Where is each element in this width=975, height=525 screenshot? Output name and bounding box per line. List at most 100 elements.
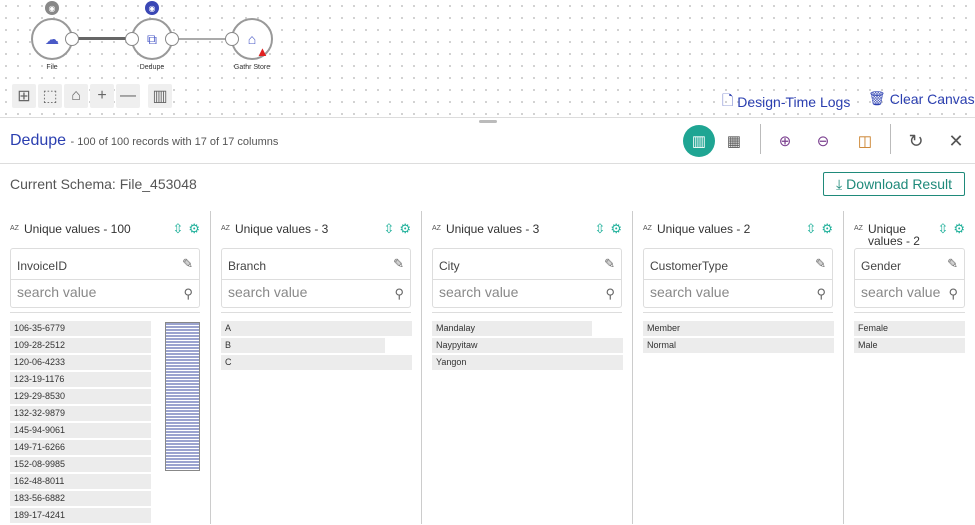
field-name: CustomerType ✎: [644, 249, 832, 280]
value-list: ABC: [221, 321, 412, 372]
field-name: Gender ✎: [855, 249, 964, 280]
search-icon[interactable]: ⚲: [183, 286, 193, 302]
pencil-icon[interactable]: ✎: [393, 256, 404, 272]
search-input[interactable]: search value ⚲: [644, 280, 832, 307]
sort-toggle-icon[interactable]: ⇳: [383, 222, 394, 235]
gear-icon[interactable]: ⚙: [821, 222, 833, 235]
add-column-button[interactable]: ⊕: [770, 128, 800, 154]
download-result-button[interactable]: ⤓ Download Result: [823, 172, 965, 196]
split-view-button[interactable]: ◫: [850, 128, 880, 154]
gear-icon[interactable]: ⚙: [610, 222, 622, 235]
search-input[interactable]: search value ⚲: [855, 280, 964, 307]
header-label: Unique values - 3: [445, 222, 540, 236]
value-row[interactable]: Yangon: [432, 355, 623, 370]
port[interactable]: [225, 32, 239, 46]
search-input[interactable]: search value ⚲: [11, 280, 199, 307]
node-label: Gathr Store: [233, 64, 271, 71]
pipeline-canvas[interactable]: ◉ ◉ ☁ ⧉ ⌂ ▲ File Dedupe Gathr Store ⊞ ⬚ …: [0, 0, 975, 118]
resize-handle[interactable]: [479, 120, 497, 123]
profile-view-button[interactable]: ▥: [683, 125, 715, 157]
download-icon: ⤓: [835, 175, 843, 192]
field-name: InvoiceID ✎: [11, 249, 199, 280]
clear-canvas-link[interactable]: 🗑 Clear Canvas: [868, 90, 975, 107]
pencil-icon[interactable]: ✎: [815, 256, 826, 272]
zoom-in-button[interactable]: +: [90, 84, 114, 108]
value-row[interactable]: Female: [854, 321, 965, 336]
search-icon[interactable]: ⚲: [816, 286, 826, 302]
home-button[interactable]: ⌂: [64, 84, 88, 108]
cloud-upload-icon: ☁: [45, 30, 59, 47]
value-row[interactable]: 162-48-8011: [10, 474, 151, 489]
value-row[interactable]: A: [221, 321, 412, 336]
bar-chart-icon: ▥: [691, 133, 707, 150]
sort-toggle-icon[interactable]: ⇳: [937, 222, 948, 235]
eye-icon[interactable]: ◉: [45, 1, 59, 15]
search-input[interactable]: search value ⚲: [433, 280, 621, 307]
zoom-out-button[interactable]: —: [116, 84, 140, 108]
divider: [0, 163, 975, 164]
gear-icon[interactable]: ⚙: [188, 222, 200, 235]
close-button[interactable]: ✕: [941, 128, 971, 154]
grid-view-button[interactable]: ▦: [719, 128, 749, 154]
value-row[interactable]: 123-19-1176: [10, 372, 151, 387]
search-placeholder: search value: [650, 284, 730, 300]
search-input[interactable]: search value ⚲: [222, 280, 410, 307]
pencil-icon[interactable]: ✎: [182, 256, 193, 272]
field-label: CustomerType: [650, 259, 729, 273]
columns-icon: ◫: [857, 133, 873, 150]
search-icon[interactable]: ⚲: [605, 286, 615, 302]
value-row[interactable]: Normal: [643, 338, 834, 353]
value-row[interactable]: 129-29-8530: [10, 389, 151, 404]
gear-icon[interactable]: ⚙: [953, 222, 965, 235]
value-row[interactable]: Male: [854, 338, 965, 353]
value-row[interactable]: 109-28-2512: [10, 338, 151, 353]
sort-toggle-icon[interactable]: ⇳: [172, 222, 183, 235]
divider: [643, 312, 833, 313]
pencil-icon[interactable]: ✎: [604, 256, 615, 272]
add-column-icon: ⊕: [778, 133, 792, 150]
value-row[interactable]: 152-08-9985: [10, 457, 151, 472]
port[interactable]: [165, 32, 179, 46]
sort-toggle-icon[interactable]: ⇳: [594, 222, 605, 235]
value-row[interactable]: 106-35-6779: [10, 321, 151, 336]
warning-icon: ▲: [256, 44, 269, 59]
field-card: Gender ✎ search value ⚲: [854, 248, 965, 308]
value-row[interactable]: 145-94-9061: [10, 423, 151, 438]
value-row[interactable]: 189-17-4241: [10, 508, 151, 523]
field-card: InvoiceID ✎ search value ⚲: [10, 248, 200, 308]
refresh-button[interactable]: ↻: [901, 128, 931, 154]
search-icon[interactable]: ⚲: [394, 286, 404, 302]
value-row[interactable]: 149-71-6266: [10, 440, 151, 455]
node-label: Dedupe: [139, 64, 165, 71]
divider: [221, 312, 411, 313]
eye-icon[interactable]: ◉: [145, 1, 159, 15]
sort-az-icon: AZ: [432, 225, 441, 232]
title-text: Dedupe: [10, 132, 67, 149]
grid-icon: ▦: [726, 133, 742, 150]
chart-button[interactable]: ▥: [148, 84, 172, 108]
value-row[interactable]: 183-56-6882: [10, 491, 151, 506]
column-profile-branch: AZ Unique values - 3 ⇳ ⚙ Branch ✎ search val…: [211, 211, 422, 524]
gear-icon[interactable]: ⚙: [399, 222, 411, 235]
value-row[interactable]: Naypyitaw: [432, 338, 623, 353]
value-row[interactable]: 120-06-4233: [10, 355, 151, 370]
scroll-minimap[interactable]: [165, 322, 200, 471]
pencil-icon[interactable]: ✎: [947, 256, 958, 272]
port[interactable]: [125, 32, 139, 46]
fit-view-button[interactable]: ⊞: [12, 84, 36, 108]
remove-column-button[interactable]: ⊖: [808, 128, 838, 154]
search-icon[interactable]: ⚲: [948, 286, 958, 302]
value-row[interactable]: 132-32-9879: [10, 406, 151, 421]
design-time-logs-link[interactable]: 🗋 Design-Time Logs: [722, 90, 850, 114]
value-row[interactable]: B: [221, 338, 385, 353]
sort-toggle-icon[interactable]: ⇳: [805, 222, 816, 235]
value-row[interactable]: C: [221, 355, 412, 370]
sort-az-icon: AZ: [221, 225, 230, 232]
logs-label: Design-Time Logs: [737, 94, 851, 110]
value-row[interactable]: Member: [643, 321, 834, 336]
select-area-button[interactable]: ⬚: [38, 84, 62, 108]
header-label: Unique values - 2: [867, 222, 920, 248]
value-row[interactable]: Mandalay: [432, 321, 592, 336]
port[interactable]: [65, 32, 79, 46]
connection-line: [178, 38, 228, 40]
